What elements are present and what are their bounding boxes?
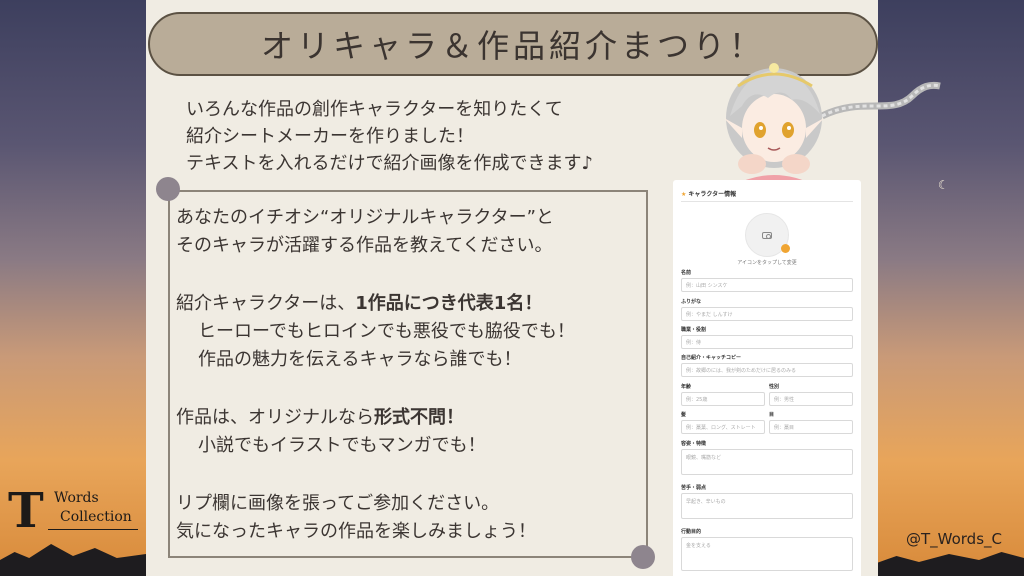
body-line: ヒーローでもヒロインでも悪役でも脇役でも！ bbox=[198, 321, 575, 342]
job-label: 職業・役割 bbox=[681, 327, 707, 333]
page-title: オリキャラ＆作品紹介まつり！ bbox=[260, 27, 765, 65]
form-header: ★ キャラクター情報 bbox=[681, 189, 736, 198]
logo-rule bbox=[48, 529, 138, 530]
body-emphasis: 形式不問！ bbox=[374, 407, 464, 428]
eye-label: 目 bbox=[769, 412, 775, 418]
feature-label: 容姿・特徴 bbox=[681, 441, 707, 447]
logo-letter: T bbox=[8, 483, 44, 539]
logo-line1: Words bbox=[54, 490, 99, 506]
avatar-caption: アイコンをタップして変更 bbox=[737, 260, 797, 266]
edit-badge-icon bbox=[781, 244, 790, 253]
form-divider bbox=[681, 201, 853, 202]
body-emphasis: 1作品につき代表1名！ bbox=[355, 293, 543, 314]
intro-input[interactable]: 例：故郷のには、我が剣のためだけに居るのみる bbox=[681, 363, 853, 377]
star-icon: ★ bbox=[681, 191, 687, 198]
name-input[interactable]: 例：山田 シンスケ bbox=[681, 278, 853, 292]
eye-input[interactable]: 例：藁目 bbox=[769, 420, 853, 434]
age-label: 年齢 bbox=[681, 384, 692, 390]
weak-textarea[interactable]: 早起き、辛いもの bbox=[681, 493, 853, 519]
intro-label: 自己紹介・キャッチコピー bbox=[681, 355, 742, 361]
character-form-preview: ★ キャラクター情報 アイコンをタップして変更 名前 例：山田 シンスケ ふりがな… bbox=[673, 180, 861, 576]
body-text: 紹介キャラクターは、 bbox=[176, 293, 356, 314]
form-title: キャラクター情報 bbox=[688, 191, 737, 198]
body-line: 作品の魅力を伝えるキャラなら誰でも！ bbox=[198, 349, 522, 370]
name-label: 名前 bbox=[681, 270, 692, 276]
body-line: 気になったキャラの作品を楽しみましょう！ bbox=[176, 521, 536, 542]
logo-line2: Collection bbox=[60, 509, 132, 525]
camera-icon bbox=[762, 231, 772, 239]
gender-input[interactable]: 例：男性 bbox=[769, 392, 853, 406]
brand-logo: T Words Collection bbox=[8, 485, 144, 545]
info-body: あなたのイチオシ“オリジナルキャラクター”と そのキャラが活躍する作品を教えてく… bbox=[176, 204, 575, 546]
character-illustration bbox=[724, 63, 941, 186]
furigana-label: ふりがな bbox=[681, 299, 702, 305]
gender-label: 性別 bbox=[769, 384, 780, 390]
intro-line: 紹介シートメーカーを作りました！ bbox=[186, 126, 474, 147]
body-line: 紹介キャラクターは、1作品につき代表1名！ bbox=[176, 290, 575, 318]
intro-line: テキストを入れるだけで紹介画像を作成できます♪ bbox=[186, 153, 593, 174]
furigana-input[interactable]: 例：やまだ しんすけ bbox=[681, 307, 853, 321]
weak-label: 苦手・弱点 bbox=[681, 485, 707, 491]
hair-label: 髪 bbox=[681, 412, 687, 418]
body-line: 作品は、オリジナルなら形式不問！ bbox=[176, 404, 575, 432]
intro-text: いろんな作品の創作キャラクターを知りたくて 紹介シートメーカーを作りました！ テ… bbox=[186, 96, 593, 177]
motto-label: 行動目的 bbox=[681, 529, 702, 535]
age-input[interactable]: 例：25歳 bbox=[681, 392, 765, 406]
feature-textarea[interactable]: 眼鏡、嘴筋など bbox=[681, 449, 853, 475]
decorative-dot bbox=[156, 177, 180, 201]
intro-line: いろんな作品の創作キャラクターを知りたくて bbox=[186, 99, 563, 120]
hair-input[interactable]: 例：藁葉、ロング、ストレート bbox=[681, 420, 765, 434]
body-line: 小説でもイラストでもマンガでも！ bbox=[198, 435, 486, 456]
decorative-dot bbox=[631, 545, 655, 569]
body-line: リプ欄に画像を張ってご参加ください。 bbox=[176, 493, 500, 514]
body-line: あなたのイチオシ“オリジナルキャラクター”と bbox=[176, 207, 554, 228]
job-input[interactable]: 例：侍 bbox=[681, 335, 853, 349]
motto-textarea[interactable]: 金を支える bbox=[681, 537, 853, 571]
body-text: 作品は、オリジナルなら bbox=[176, 407, 374, 428]
body-line: そのキャラが活躍する作品を教えてください。 bbox=[176, 235, 553, 256]
account-handle: @T_Words_C bbox=[905, 530, 1002, 548]
